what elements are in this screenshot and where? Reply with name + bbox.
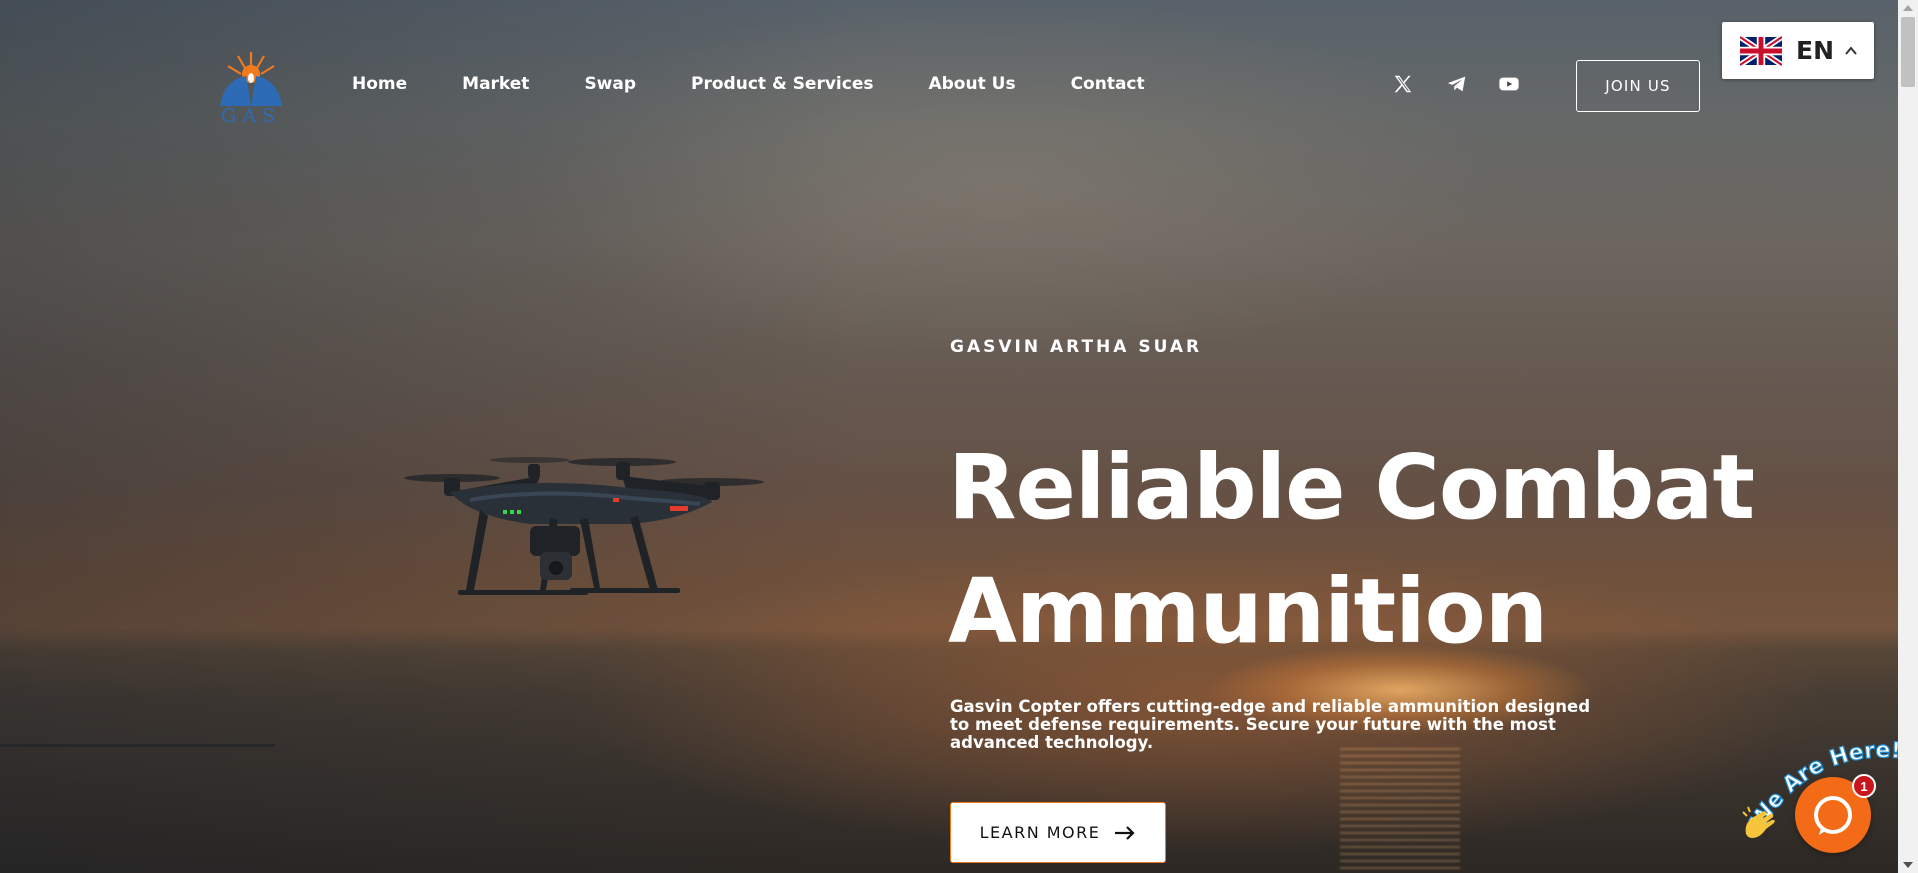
nav-about-us[interactable]: About Us: [928, 74, 1015, 94]
hero-headline: Reliable Combat Ammunition: [948, 425, 1848, 673]
logo-text: GAS: [221, 105, 281, 127]
nav-swap[interactable]: Swap: [584, 74, 636, 94]
waving-hand-icon: [1742, 806, 1775, 838]
chat-widget[interactable]: We Are Here! 1: [1740, 730, 1900, 873]
uk-flag-icon: [1740, 34, 1782, 67]
telegram-icon[interactable]: [1446, 73, 1468, 95]
social-x[interactable]: [1392, 73, 1414, 95]
scrollbar-thumb[interactable]: [1901, 17, 1915, 87]
main-nav: Home Market Swap Product & Services Abou…: [352, 74, 1200, 94]
learn-more-button[interactable]: LEARN MORE: [950, 802, 1166, 863]
nav-contact[interactable]: Contact: [1071, 74, 1145, 94]
youtube-icon[interactable]: [1498, 73, 1520, 95]
x-icon[interactable]: [1392, 73, 1414, 95]
drone-image: [404, 457, 764, 595]
scroll-up-icon[interactable]: [1903, 4, 1913, 12]
learn-more-label: LEARN MORE: [979, 823, 1101, 842]
social-youtube[interactable]: [1498, 73, 1520, 95]
hero-headline-line2: Ammunition: [948, 559, 1548, 663]
language-code: EN: [1796, 36, 1835, 65]
vertical-scrollbar[interactable]: [1898, 0, 1918, 873]
hero-headline-line1: Reliable Combat: [948, 435, 1755, 539]
nav-market[interactable]: Market: [462, 74, 529, 94]
join-us-button[interactable]: JOIN US: [1576, 60, 1700, 112]
language-selector[interactable]: EN: [1722, 22, 1874, 79]
sun-reflection: [1340, 748, 1460, 873]
nav-product-services[interactable]: Product & Services: [691, 74, 873, 94]
arrow-right-icon: [1115, 825, 1135, 840]
nav-home[interactable]: Home: [352, 74, 407, 94]
chat-notification-badge: 1: [1852, 774, 1876, 798]
hero-description: Gasvin Copter offers cutting-edge and re…: [950, 697, 1591, 752]
social-telegram[interactable]: [1446, 73, 1468, 95]
hero-eyebrow: GASVIN ARTHA SUAR: [950, 337, 1203, 357]
horizon-line: [0, 744, 275, 747]
scroll-down-icon[interactable]: [1903, 861, 1913, 869]
chevron-up-icon: [1845, 45, 1857, 55]
